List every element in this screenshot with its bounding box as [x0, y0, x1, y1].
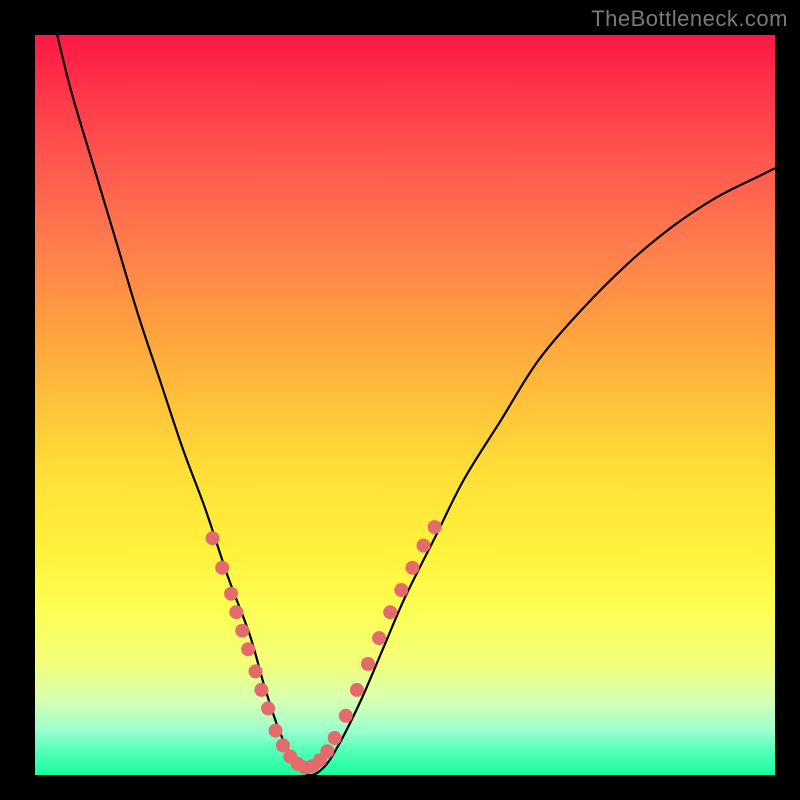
chart-frame: TheBottleneck.com [0, 0, 800, 800]
data-point-dot [320, 744, 334, 758]
data-point-dot [394, 583, 408, 597]
data-point-dot [215, 561, 229, 575]
data-point-dot [372, 631, 386, 645]
data-point-dot [328, 731, 342, 745]
data-point-dot [241, 642, 255, 656]
data-point-dot [249, 664, 263, 678]
data-point-dot [261, 701, 275, 715]
data-point-dot [350, 683, 364, 697]
data-point-dot [383, 605, 397, 619]
data-point-dot [254, 683, 268, 697]
data-point-dot [206, 531, 220, 545]
data-point-dot [428, 520, 442, 534]
data-point-dot [235, 624, 249, 638]
data-point-dot [405, 561, 419, 575]
watermark-text: TheBottleneck.com [591, 6, 788, 32]
data-point-dot [417, 539, 431, 553]
data-point-dot [361, 657, 375, 671]
data-point-dots [206, 520, 442, 775]
data-point-dot [269, 724, 283, 738]
data-point-dot [339, 709, 353, 723]
data-point-dot [229, 605, 243, 619]
bottleneck-curve [57, 35, 775, 775]
data-point-dot [224, 587, 238, 601]
curve-layer [35, 35, 775, 775]
